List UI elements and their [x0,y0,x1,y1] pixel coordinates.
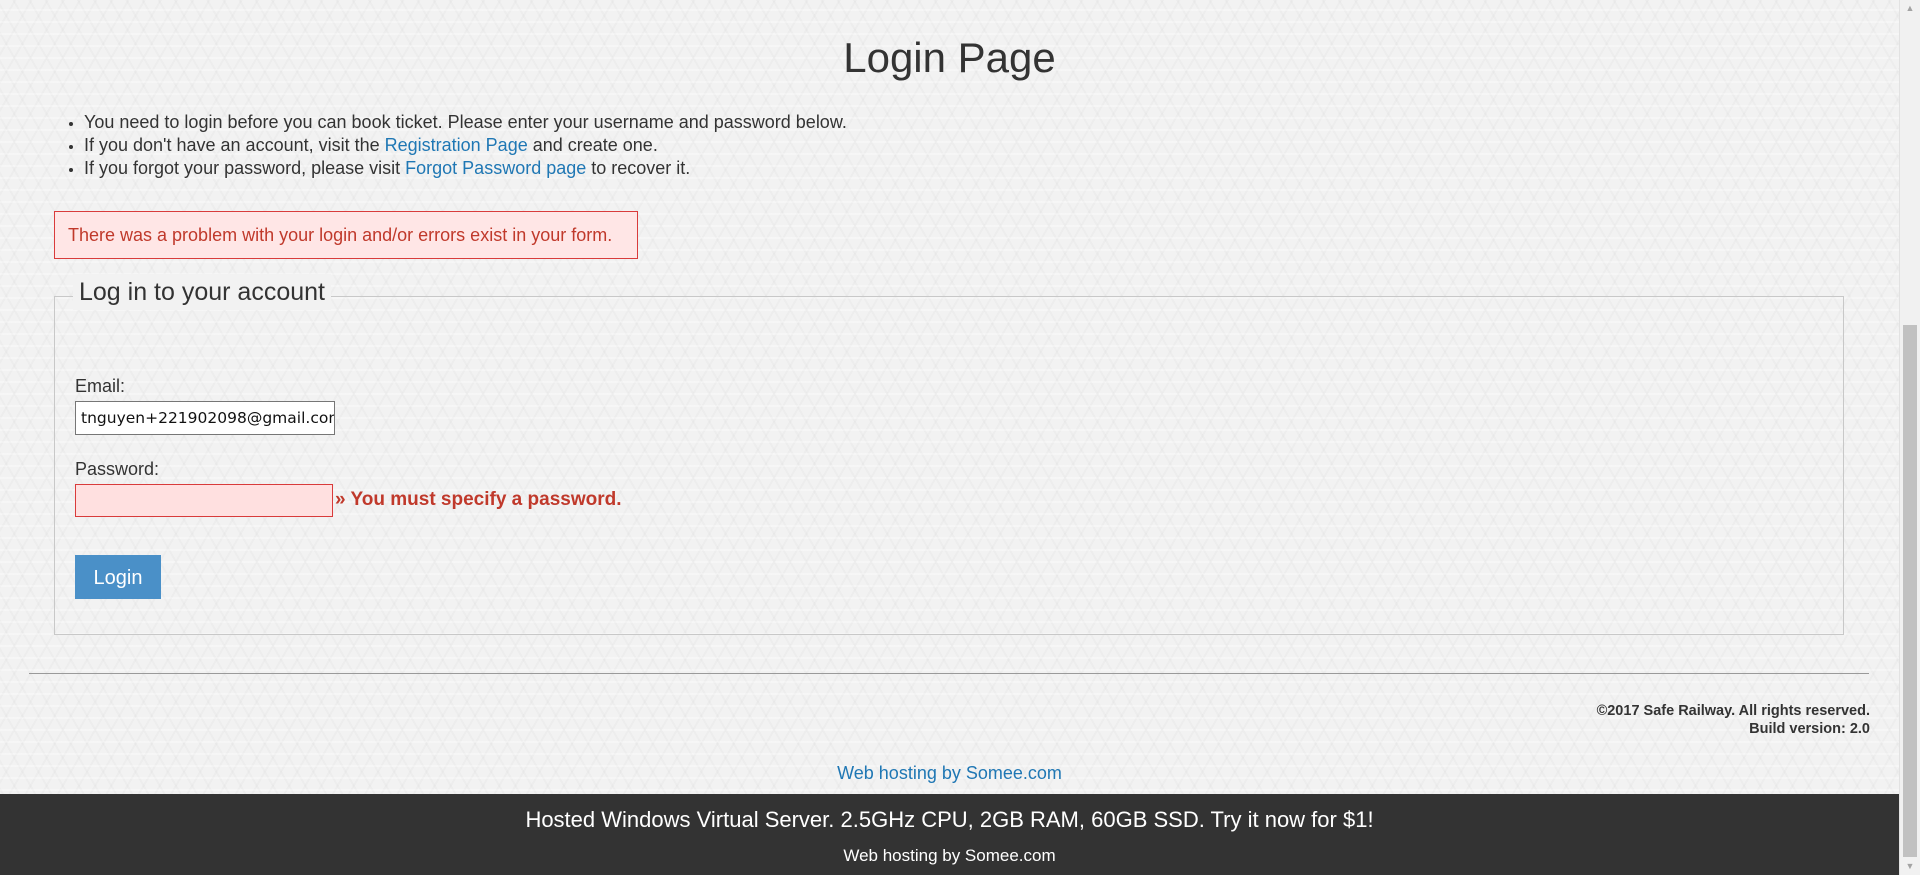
registration-page-link[interactable]: Registration Page [385,135,528,155]
page-title: Login Page [843,34,1056,81]
footer-divider [29,673,1869,674]
build-version: Build version: 2.0 [1749,721,1870,737]
instruction-item: If you forgot your password, please visi… [84,157,847,180]
page: Login Page You need to login before you … [0,0,1899,875]
scrollbar-thumb[interactable] [1903,325,1917,857]
hosting-link-container: Web hosting by Somee.com [0,762,1899,784]
instruction-text: You need to login before you can book ti… [84,112,847,132]
vertical-scrollbar[interactable]: ▲ ▼ [1899,0,1920,875]
instruction-text: If you don't have an account, visit the [84,135,385,155]
instruction-item: If you don't have an account, visit the … [84,134,847,157]
login-button[interactable]: Login [75,555,161,599]
web-hosting-link[interactable]: Web hosting by Somee.com [837,763,1062,783]
login-error-message: There was a problem with your login and/… [54,211,638,259]
email-field[interactable]: tnguyen+221902098@gmail.com [75,401,335,435]
promo-hosting-link[interactable]: Web hosting by Somee.com [0,846,1899,866]
scroll-up-icon[interactable]: ▲ [1900,0,1920,17]
instruction-item: You need to login before you can book ti… [84,111,847,134]
footer-info: ©2017 Safe Railway. All rights reserved.… [1597,702,1870,738]
instructions-list: You need to login before you can book ti… [84,111,847,180]
hosting-promo-bar: Hosted Windows Virtual Server. 2.5GHz CP… [0,794,1899,875]
password-label: Password: [75,459,160,479]
instruction-text: If you forgot your password, please visi… [84,158,406,178]
login-form: Log in to your account Email: tnguyen+22… [54,274,1844,635]
scroll-down-icon[interactable]: ▼ [1900,858,1920,875]
form-legend: Log in to your account [73,274,331,310]
promo-text[interactable]: Hosted Windows Virtual Server. 2.5GHz CP… [0,806,1899,834]
password-field[interactable] [75,484,333,517]
instruction-text: and create one. [527,135,658,155]
instruction-text: to recover it. [586,158,691,178]
password-validation-error: » You must specify a password. [335,489,622,510]
copyright-text: ©2017 Safe Railway. All rights reserved. [1596,703,1870,719]
email-label: Email: [75,376,126,396]
forgot-password-link[interactable]: Forgot Password page [405,158,586,178]
